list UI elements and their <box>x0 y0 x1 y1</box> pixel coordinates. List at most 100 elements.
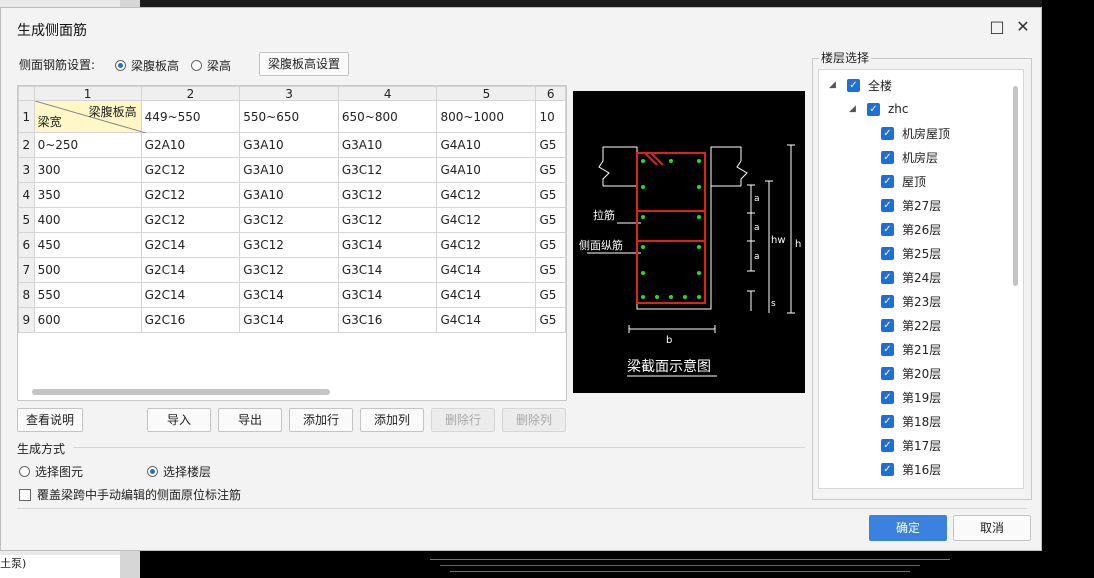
table-cell[interactable]: G5 <box>535 132 566 158</box>
beam-width-cell[interactable]: 550 <box>33 282 142 308</box>
table-cell[interactable]: G5 <box>535 207 566 233</box>
checkbox-checked-icon[interactable]: ✓ <box>881 174 894 188</box>
radio-select-floor[interactable]: 选择楼层 <box>147 463 211 480</box>
column-number[interactable]: 2 <box>140 86 241 101</box>
tree-node-floor[interactable]: ✓ 第21层 <box>881 338 941 360</box>
row-number[interactable]: 4 <box>18 182 35 208</box>
table-cell[interactable]: G3A10 <box>239 182 339 208</box>
radio-select-element[interactable]: 选择图元 <box>19 463 83 480</box>
table-cell[interactable]: G3C12 <box>337 207 438 233</box>
row-number[interactable]: 5 <box>18 207 35 233</box>
row-number[interactable]: 7 <box>18 257 35 283</box>
expand-arrow-icon[interactable]: ◢ <box>849 104 861 114</box>
tree-node-floor[interactable]: ✓ 第23层 <box>881 290 941 312</box>
checkbox-checked-icon[interactable]: ✓ <box>881 270 894 284</box>
table-cell[interactable]: G2C14 <box>140 232 241 258</box>
table-cell[interactable]: G2A10 <box>140 132 241 158</box>
table-cell[interactable]: G3A10 <box>239 132 339 158</box>
checkbox-checked-icon[interactable]: ✓ <box>881 126 894 140</box>
cancel-button[interactable]: 取消 <box>953 515 1031 541</box>
beam-width-cell[interactable]: 500 <box>33 257 142 283</box>
export-button[interactable]: 导出 <box>218 408 282 432</box>
table-cell[interactable]: 550~650 <box>239 100 339 133</box>
table-cell[interactable]: G3C14 <box>239 282 339 308</box>
tree-node-floor[interactable]: ✓ 第25层 <box>881 242 941 264</box>
row-number[interactable]: 9 <box>18 307 35 333</box>
checkbox-checked-icon[interactable]: ✓ <box>881 198 894 212</box>
table-cell[interactable]: G4A10 <box>436 157 537 183</box>
horizontal-scrollbar[interactable] <box>32 389 330 395</box>
checkbox-checked-icon[interactable]: ✓ <box>881 390 894 404</box>
override-checkbox[interactable]: 覆盖梁跨中手动编辑的侧面原位标注筋 <box>19 486 241 503</box>
delete-column-button[interactable]: 删除列 <box>502 408 566 432</box>
column-number[interactable]: 3 <box>239 86 339 101</box>
table-cell[interactable]: G2C16 <box>140 307 241 333</box>
table-cell[interactable]: G5 <box>535 232 566 258</box>
table-cell[interactable]: G3A10 <box>337 132 438 158</box>
tree-node-floor[interactable]: ✓ 第18层 <box>881 410 941 432</box>
table-cell[interactable]: G3C12 <box>337 182 438 208</box>
table-cell[interactable]: G4C14 <box>436 282 537 308</box>
table-cell[interactable]: G3C14 <box>239 307 339 333</box>
close-icon[interactable]: ✕ <box>1013 17 1033 37</box>
import-button[interactable]: 导入 <box>147 408 211 432</box>
table-cell[interactable]: G3C14 <box>337 282 438 308</box>
table-cell[interactable]: G2C12 <box>140 157 241 183</box>
table-cell[interactable]: G3C12 <box>239 207 339 233</box>
checkbox-checked-icon[interactable]: ✓ <box>881 318 894 332</box>
checkbox-checked-icon[interactable]: ✓ <box>881 150 894 164</box>
table-cell[interactable]: G4A10 <box>436 132 537 158</box>
table-cell[interactable]: G4C12 <box>436 207 537 233</box>
add-row-button[interactable]: 添加行 <box>289 408 353 432</box>
table-cell[interactable]: G5 <box>535 307 566 333</box>
checkbox-checked-icon[interactable]: ✓ <box>881 438 894 452</box>
tree-node-project[interactable]: ◢ ✓ zhc <box>849 98 909 120</box>
tree-node-floor[interactable]: ✓ 机房屋顶 <box>881 122 950 144</box>
table-cell[interactable]: G3C14 <box>337 232 438 258</box>
checkbox-checked-icon[interactable]: ✓ <box>881 342 894 356</box>
table-cell[interactable]: G5 <box>535 282 566 308</box>
column-number[interactable]: 4 <box>337 86 438 101</box>
beam-width-cell[interactable]: 400 <box>33 207 142 233</box>
tree-node-floor[interactable]: ✓ 第16层 <box>881 458 941 480</box>
table-cell[interactable]: G2C14 <box>140 257 241 283</box>
beam-width-cell[interactable]: 0~250 <box>33 132 142 158</box>
checkbox-checked-icon[interactable]: ✓ <box>881 414 894 428</box>
delete-row-button[interactable]: 删除行 <box>431 408 495 432</box>
table-cell[interactable]: G2C12 <box>140 182 241 208</box>
tree-node-floor[interactable]: ✓ 第17层 <box>881 434 941 456</box>
tree-node-floor[interactable]: ✓ 机房层 <box>881 146 938 168</box>
tree-node-floor[interactable]: ✓ 第22层 <box>881 314 941 336</box>
add-column-button[interactable]: 添加列 <box>360 408 424 432</box>
tree-node-root[interactable]: ◢ ✓ 全楼 <box>829 74 892 96</box>
row-number[interactable]: 8 <box>18 282 35 308</box>
checkbox-checked-icon[interactable]: ✓ <box>867 102 880 116</box>
column-number[interactable]: 6 <box>535 86 566 101</box>
checkbox-checked-icon[interactable]: ✓ <box>881 462 894 476</box>
table-cell[interactable]: G5 <box>535 257 566 283</box>
tree-node-floor[interactable]: ✓ 第26层 <box>881 218 941 240</box>
table-cell[interactable]: G3A10 <box>239 157 339 183</box>
table-cell[interactable]: G3C16 <box>337 307 438 333</box>
row-number[interactable]: 3 <box>18 157 35 183</box>
table-cell[interactable]: G2C12 <box>140 207 241 233</box>
table-cell[interactable]: G3C14 <box>337 257 438 283</box>
beam-width-cell[interactable]: 300 <box>33 157 142 183</box>
radio-beam-height[interactable]: 梁高 <box>191 57 231 74</box>
table-cell[interactable]: G4C12 <box>436 182 537 208</box>
tree-node-floor[interactable]: ✓ 第27层 <box>881 194 941 216</box>
table-cell[interactable]: G5 <box>535 182 566 208</box>
column-number[interactable]: 1 <box>33 86 142 101</box>
floor-tree-scrollbar[interactable] <box>1013 86 1018 286</box>
table-cell[interactable]: G2C14 <box>140 282 241 308</box>
grid-corner-cell[interactable]: 梁腹板高 梁宽 <box>33 100 146 133</box>
expand-arrow-icon[interactable]: ◢ <box>829 80 841 90</box>
radio-web-height[interactable]: 梁腹板高 <box>115 57 179 74</box>
maximize-icon[interactable]: □ <box>987 17 1007 37</box>
beam-width-cell[interactable]: 450 <box>33 232 142 258</box>
tree-node-floor[interactable]: ✓ 屋顶 <box>881 170 926 192</box>
table-cell[interactable]: G4C14 <box>436 257 537 283</box>
table-cell[interactable]: 449~550 <box>140 100 241 133</box>
checkbox-checked-icon[interactable]: ✓ <box>881 246 894 260</box>
tree-node-floor[interactable]: ✓ 第20层 <box>881 362 941 384</box>
